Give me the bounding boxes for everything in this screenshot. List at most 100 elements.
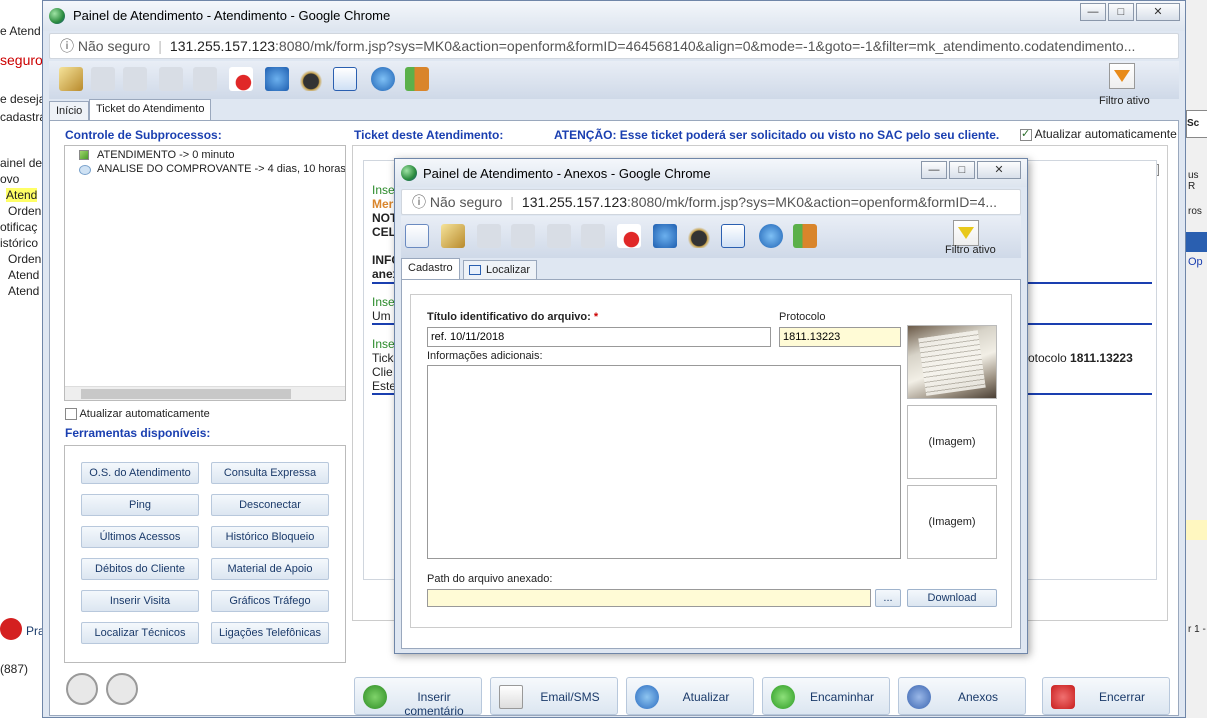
- tab-localizar[interactable]: Localizar: [463, 260, 538, 280]
- dialog-tab-bar: Cadastro Localizar: [401, 258, 1021, 280]
- bg-text[interactable]: Orden: [8, 204, 41, 218]
- tool-button[interactable]: Ligações Telefônicas: [211, 622, 329, 644]
- forward-button[interactable]: Encaminhar: [762, 677, 890, 715]
- filter-icon[interactable]: [1109, 63, 1135, 89]
- close-button[interactable]: ✕: [1136, 3, 1180, 21]
- bg-text: seguro: [0, 52, 43, 68]
- title-input[interactable]: [427, 327, 771, 347]
- exit-icon[interactable]: [405, 67, 429, 91]
- delete-icon[interactable]: [617, 224, 641, 248]
- tree-node[interactable]: ATENDIMENTO -> 0 minuto: [97, 149, 234, 161]
- auto-update-left[interactable]: Atualizar automaticamente: [65, 408, 210, 421]
- report-icon[interactable]: [721, 224, 745, 248]
- tool-button[interactable]: Consulta Expressa: [211, 462, 329, 484]
- minimize-button[interactable]: —: [1080, 3, 1106, 21]
- bg-text[interactable]: istórico: [0, 236, 38, 250]
- next-record-icon: [547, 224, 571, 248]
- ticket-fragment: Clie: [372, 365, 393, 379]
- lookup-icon[interactable]: [687, 224, 711, 248]
- ticket-fragment: Este: [372, 379, 397, 393]
- chrome-icon: [401, 165, 417, 181]
- disabled-tool-icon[interactable]: [66, 673, 98, 705]
- help-icon[interactable]: [371, 67, 395, 91]
- bg-text: (887): [0, 662, 29, 676]
- edit-icon[interactable]: [441, 224, 465, 248]
- tool-button[interactable]: Material de Apoio: [211, 558, 329, 580]
- delete-icon[interactable]: [229, 67, 253, 91]
- url-host: 131.255.157.123: [169, 38, 276, 54]
- protocol-input[interactable]: [779, 327, 901, 347]
- dialog-address-bar[interactable]: ⓘ Não seguro | 131.255.157.123:8080/mk/for…: [401, 189, 1021, 215]
- path-input[interactable]: [427, 589, 871, 607]
- tree-node[interactable]: ANALISE DO COMPROVANTE -> 4 dias, 10 hor…: [97, 163, 345, 175]
- attachment-thumbnail[interactable]: [907, 325, 997, 399]
- tool-button[interactable]: Gráficos Tráfego: [211, 590, 329, 612]
- security-label: Não seguro: [77, 38, 151, 54]
- report-icon[interactable]: [333, 67, 357, 91]
- image-placeholder[interactable]: (Imagem): [907, 485, 997, 559]
- dialog-maximize-button[interactable]: □: [949, 161, 975, 179]
- lookup-icon[interactable]: [299, 67, 323, 91]
- attachments-button[interactable]: Anexos: [898, 677, 1026, 715]
- dialog-minimize-button[interactable]: —: [921, 161, 947, 179]
- download-button[interactable]: Download: [907, 589, 997, 607]
- first-record-icon: [91, 67, 115, 91]
- url-host: 131.255.157.123: [521, 194, 628, 210]
- url-path: :8080/mk/form.jsp?sys=MK0&action=openfor…: [275, 38, 1136, 54]
- bg-text[interactable]: Atend: [8, 284, 39, 298]
- auto-update-label: Atualizar automaticamente: [79, 408, 210, 420]
- email-sms-button[interactable]: Email/SMS: [490, 677, 618, 715]
- bg-text[interactable]: Orden: [8, 252, 41, 266]
- info-icon[interactable]: ⓘ: [60, 38, 74, 54]
- tool-button[interactable]: Débitos do Cliente: [81, 558, 199, 580]
- bg-text: r 1 -: [1188, 624, 1206, 635]
- tool-button[interactable]: Ping: [81, 494, 199, 516]
- tool-button[interactable]: Localizar Técnicos: [81, 622, 199, 644]
- refresh-icon[interactable]: [653, 224, 677, 248]
- title-bar: Painel de Atendimento - Atendimento - Go…: [43, 1, 1185, 31]
- ticket-heading: Ticket deste Atendimento:: [354, 128, 504, 142]
- auto-update-checkbox[interactable]: [65, 408, 77, 421]
- tool-button[interactable]: Inserir Visita: [81, 590, 199, 612]
- bg-text: ainel de: [0, 156, 43, 170]
- bg-header: [1186, 232, 1207, 252]
- auto-update-checkbox[interactable]: [1020, 127, 1032, 141]
- help-icon[interactable]: [759, 224, 783, 248]
- dialog-close-button[interactable]: ✕: [977, 161, 1021, 179]
- previous-record-icon: [511, 224, 535, 248]
- bg-text[interactable]: otificaç: [0, 220, 37, 234]
- address-bar[interactable]: ⓘ Não seguro | 131.255.157.123:8080/mk/for…: [49, 33, 1179, 59]
- image-placeholder[interactable]: (Imagem): [907, 405, 997, 479]
- alarm-icon[interactable]: [0, 618, 22, 640]
- tool-button[interactable]: Desconectar: [211, 494, 329, 516]
- info-icon[interactable]: ⓘ: [412, 194, 426, 210]
- edit-icon[interactable]: [59, 67, 83, 91]
- insert-comment-button[interactable]: Inserir comentário: [354, 677, 482, 718]
- new-record-icon[interactable]: [405, 224, 429, 248]
- exit-icon[interactable]: [793, 224, 817, 248]
- subprocess-heading: Controle de Subprocessos:: [65, 128, 222, 142]
- tab-cadastro[interactable]: Cadastro: [401, 258, 460, 280]
- background-window: e Atend seguro e deseja cadastra ainel d…: [0, 0, 45, 718]
- timer-icon[interactable]: [106, 673, 138, 705]
- browse-button[interactable]: ...: [875, 589, 901, 607]
- auto-update-right[interactable]: Atualizar automaticamente: [1020, 127, 1177, 141]
- tool-button[interactable]: O.S. do Atendimento: [81, 462, 199, 484]
- last-record-icon: [193, 67, 217, 91]
- tool-button[interactable]: Últimos Acessos: [81, 526, 199, 548]
- bg-text[interactable]: Atend: [8, 268, 39, 282]
- bg-button[interactable]: Sc: [1186, 110, 1207, 138]
- tab-inicio[interactable]: Início: [49, 101, 90, 121]
- tool-button[interactable]: Histórico Bloqueio: [211, 526, 329, 548]
- refresh-icon[interactable]: [265, 67, 289, 91]
- ticket-fragment: Inse: [372, 183, 395, 197]
- info-textarea[interactable]: [427, 365, 901, 559]
- tab-ticket[interactable]: Ticket do Atendimento: [89, 99, 212, 121]
- refresh-button[interactable]: Atualizar: [626, 677, 754, 715]
- filter-icon[interactable]: [953, 220, 979, 246]
- bg-text[interactable]: Atend: [6, 188, 38, 202]
- maximize-button[interactable]: □: [1108, 3, 1134, 21]
- next-record-icon: [159, 67, 183, 91]
- close-ticket-button[interactable]: Encerrar: [1042, 677, 1170, 715]
- tree-scrollbar[interactable]: [65, 386, 345, 400]
